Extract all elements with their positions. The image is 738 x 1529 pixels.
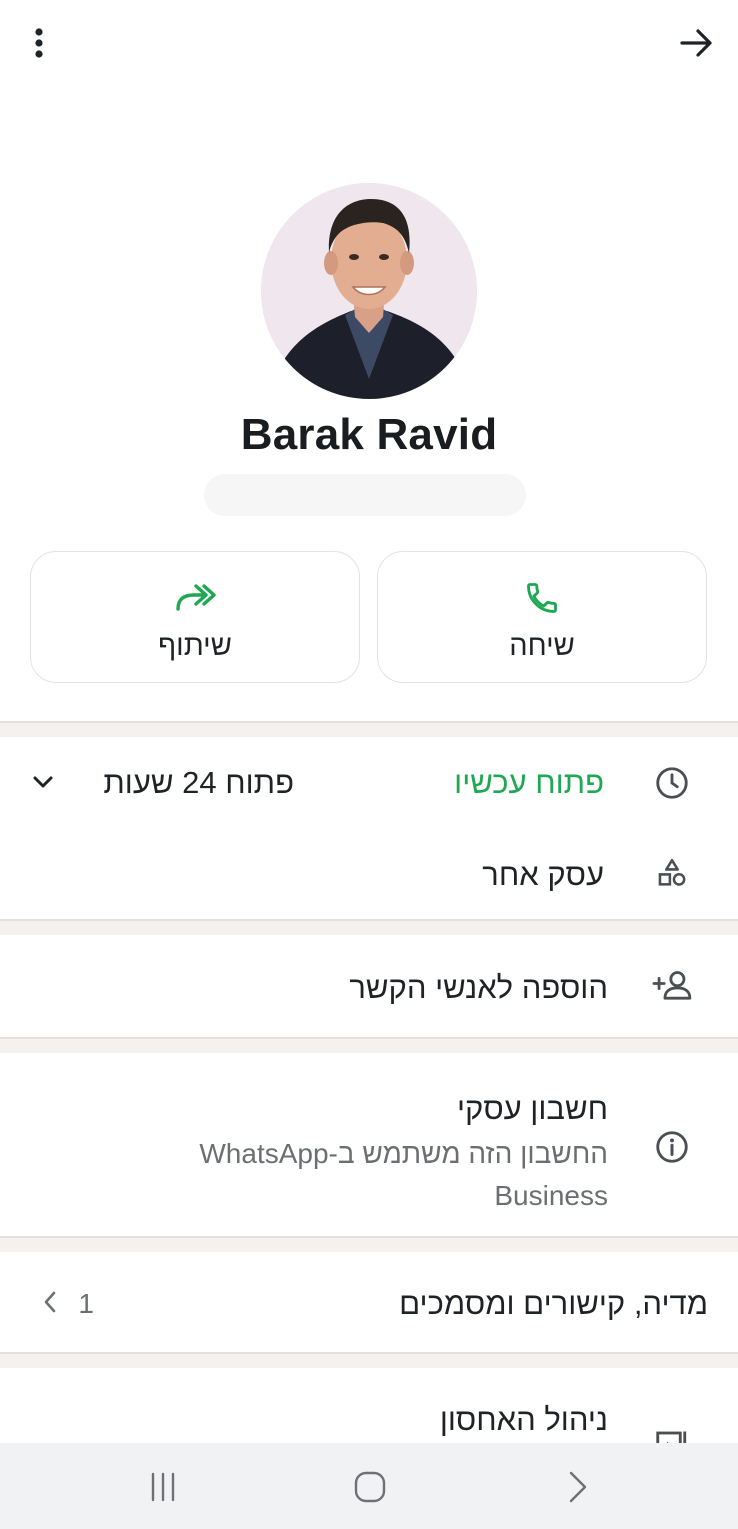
add-to-contacts-label: הוספה לאנשי הקשר bbox=[349, 970, 608, 1005]
chevron-left-icon bbox=[36, 1288, 64, 1316]
business-category-label: עסק אחר bbox=[482, 857, 604, 892]
back-button[interactable] bbox=[674, 20, 720, 66]
section-divider bbox=[0, 721, 738, 737]
media-links-docs-row[interactable]: מדיה, קישורים ומסמכים 1 bbox=[0, 1252, 738, 1352]
more-vert-icon bbox=[35, 28, 43, 58]
media-links-docs-label: מדיה, קישורים ומסמכים bbox=[399, 1286, 708, 1321]
share-forward-icon bbox=[31, 578, 359, 618]
profile-photo-image bbox=[261, 183, 477, 399]
shapes-icon bbox=[652, 853, 692, 893]
section-divider bbox=[0, 1352, 738, 1368]
call-button[interactable]: שיחה bbox=[377, 551, 707, 683]
system-navigation-bar bbox=[0, 1443, 738, 1529]
phone-number-redacted bbox=[204, 474, 526, 516]
clock-icon bbox=[652, 763, 692, 803]
media-count: 1 bbox=[78, 1288, 94, 1319]
more-options-button[interactable] bbox=[18, 22, 60, 64]
call-label: שיחה bbox=[509, 630, 575, 662]
chevron-down-icon[interactable] bbox=[28, 767, 58, 797]
manage-storage-label: ניהול האחסון bbox=[439, 1402, 608, 1437]
manage-storage-row[interactable]: ניהול האחסון bbox=[0, 1368, 738, 1443]
add-to-contacts-row[interactable]: הוספה לאנשי הקשר bbox=[0, 935, 738, 1037]
business-hours-row[interactable]: פתוח עכשיו פתוח 24 שעות bbox=[0, 737, 738, 829]
business-category-row: עסק אחר bbox=[0, 829, 738, 919]
arrow-forward-icon bbox=[680, 29, 712, 57]
business-account-subtitle: החשבון הזה משתמש ב-WhatsApp Business bbox=[199, 1138, 608, 1211]
share-label: שיתוף bbox=[158, 630, 232, 662]
section-divider bbox=[0, 1236, 738, 1252]
info-icon bbox=[652, 1127, 692, 1167]
recent-apps-icon bbox=[151, 1472, 175, 1502]
back-nav-button[interactable] bbox=[556, 1465, 600, 1509]
hours-detail: פתוח 24 שעות bbox=[103, 765, 294, 800]
phone-icon bbox=[378, 578, 706, 618]
contact-name: Barak Ravid bbox=[240, 410, 498, 459]
home-button[interactable] bbox=[346, 1465, 394, 1509]
chevron-right-icon bbox=[569, 1471, 587, 1503]
profile-photo[interactable] bbox=[261, 183, 477, 399]
share-button[interactable]: שיתוף bbox=[30, 551, 360, 683]
add-person-icon bbox=[650, 965, 696, 1005]
business-account-row[interactable]: חשבון עסקי החשבון הזה משתמש ב-WhatsApp B… bbox=[0, 1053, 738, 1236]
storage-photo-icon bbox=[652, 1422, 692, 1443]
section-divider bbox=[0, 919, 738, 935]
home-icon bbox=[354, 1471, 386, 1503]
open-now-status: פתוח עכשיו bbox=[454, 765, 604, 800]
top-bar bbox=[0, 0, 738, 90]
section-divider bbox=[0, 1037, 738, 1053]
recent-apps-button[interactable] bbox=[140, 1467, 186, 1507]
business-account-title: חשבון עסקי bbox=[456, 1091, 608, 1126]
